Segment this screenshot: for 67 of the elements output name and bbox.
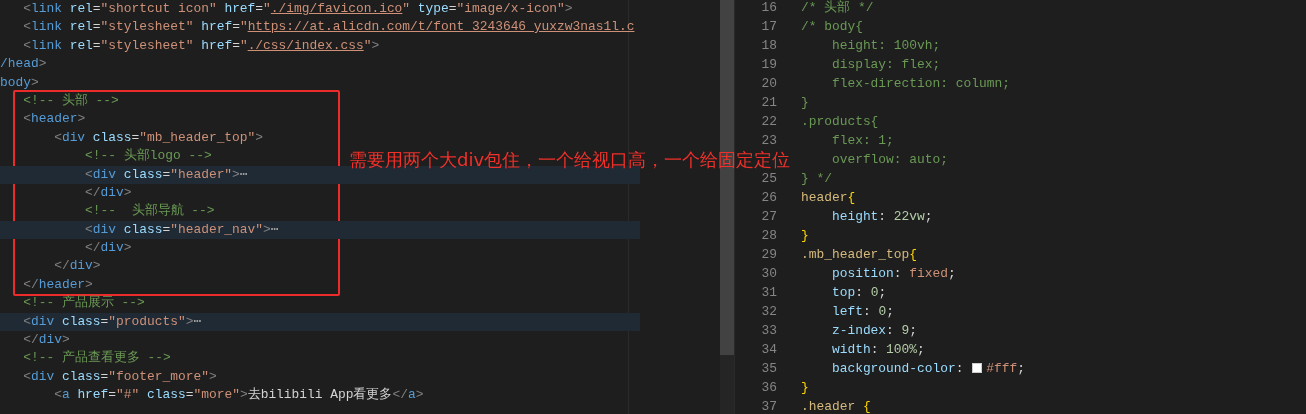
line-number: 35 (761, 360, 777, 376)
code-line: header{ (801, 188, 856, 207)
code-line: width: 100%; (830, 340, 925, 359)
code-line: <link rel="shortcut icon" href="./img/favicon.ico" type="image/x-icon"> (22, 0, 573, 18)
code-line: <!-- 产品查看更多 --> (22, 349, 171, 368)
code-line: flex-direction: column; (830, 74, 1010, 93)
code-line: /* body{ (801, 17, 863, 36)
line-number: 19 (761, 56, 777, 72)
line-number: 26 (761, 189, 777, 205)
code-line: overflow: auto; (830, 150, 948, 169)
line-number: 33 (761, 322, 777, 338)
code-line: z-index: 9; (830, 321, 918, 340)
line-number: 23 (761, 132, 777, 148)
line-number: 25 (761, 170, 777, 186)
code-line: <div class="header_nav">⋯ (84, 220, 279, 239)
code-line: </header> (22, 275, 93, 294)
line-number: 16 (761, 0, 777, 15)
line-number: 31 (761, 284, 777, 300)
code-line: <!-- 头部logo --> (84, 147, 212, 166)
code-line: body> (0, 73, 39, 92)
annotation-text: 需要用两个大div包住，一个给视口高，一个给固定定位 (349, 149, 791, 171)
code-line: </div> (84, 183, 132, 202)
code-line: flex: 1; (830, 131, 894, 150)
color-swatch-icon[interactable] (972, 362, 983, 373)
code-line: .mb_header_top{ (801, 245, 918, 264)
code-line: </div> (53, 257, 101, 276)
code-line: display: flex; (830, 55, 941, 74)
code-line: height: 22vw; (830, 207, 933, 226)
code-line: .products{ (801, 112, 879, 131)
code-line: } (801, 226, 809, 245)
code-line: <div class="mb_header_top"> (53, 128, 264, 147)
code-line: <a href="#" class="more">去bilibili App看更多</a> (53, 386, 424, 405)
line-number: 30 (761, 265, 777, 281)
code-line: <!-- 产品展示 --> (22, 294, 145, 313)
line-number: 29 (761, 246, 777, 262)
line-number: 20 (761, 75, 777, 91)
code-line: </div> (84, 239, 132, 258)
line-number: 32 (761, 303, 777, 319)
line-number: 22 (761, 113, 777, 129)
line-number: 27 (761, 208, 777, 224)
code-line: } */ (801, 169, 832, 188)
line-number: 18 (761, 37, 777, 53)
code-line: } (801, 378, 809, 397)
code-line: /* 头部 */ (801, 0, 874, 17)
line-number: 21 (761, 94, 777, 110)
code-line: top: 0; (830, 283, 887, 302)
line-number: 28 (761, 227, 777, 243)
line-number: 37 (761, 398, 777, 414)
code-line: /head> (0, 55, 47, 74)
code-line: <link rel="stylesheet" href="./css/index.css"> (22, 36, 380, 55)
line-number: 34 (761, 341, 777, 357)
code-line: background-color: #fff; (830, 359, 1025, 378)
code-line: <div class="header">⋯ (84, 165, 248, 184)
code-line: <!-- 头部 --> (22, 91, 119, 110)
code-line: <header> (22, 110, 86, 129)
line-number: 36 (761, 379, 777, 395)
code-line: height: 100vh; (830, 36, 941, 55)
line-number: 17 (761, 18, 777, 34)
code-line: <!-- 头部导航 --> (84, 202, 215, 221)
code-line: <link rel="stylesheet" href="https://at.alicdn.com/t/font_3243646_yuxzw3nas1l.c (22, 18, 635, 37)
code-line: <div class="footer_more"> (22, 367, 217, 386)
code-line: } (801, 93, 809, 112)
code-line: left: 0; (830, 302, 894, 321)
code-line: <div class="products">⋯ (22, 312, 202, 331)
code-line: .header { (801, 397, 871, 414)
code-line: position: fixed; (830, 264, 956, 283)
code-line: </div> (22, 331, 70, 350)
